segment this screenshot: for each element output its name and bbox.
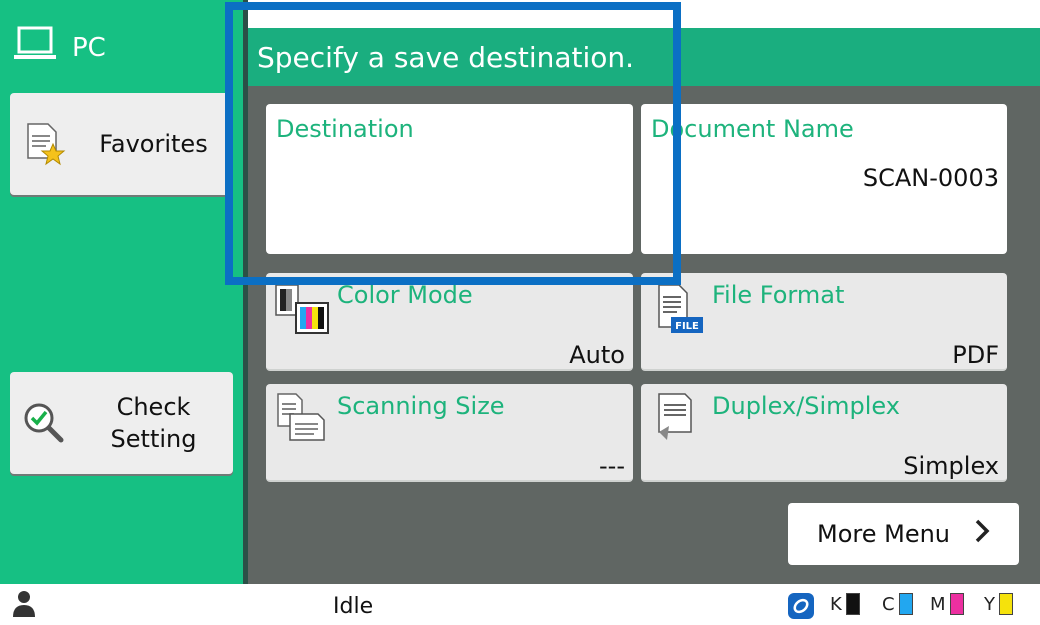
network-icon[interactable] — [788, 593, 814, 623]
toner-m-label: M — [930, 593, 946, 615]
duplex-simplex-icon — [655, 392, 705, 448]
toner-y-swatch — [999, 593, 1013, 615]
toner-c-swatch — [898, 593, 913, 615]
destination-title: Destination — [276, 115, 414, 143]
color-mode-value: Auto — [569, 341, 625, 369]
magnifier-check-icon — [14, 400, 74, 446]
color-mode-card[interactable]: Color Mode Auto — [266, 273, 633, 371]
file-format-card[interactable]: FILE File Format PDF — [641, 273, 1007, 371]
favorites-label: Favorites — [99, 130, 208, 158]
document-name-value: SCAN-0003 — [862, 164, 999, 192]
check-setting-label: Check Setting — [110, 393, 197, 453]
computer-icon — [14, 25, 64, 72]
status-text: Idle — [333, 594, 374, 619]
sidebar-header-label: PC — [72, 33, 106, 63]
toner-k-swatch — [845, 593, 860, 615]
sidebar-header: PC — [14, 26, 106, 68]
document-name-card[interactable]: Document Name SCAN-0003 — [641, 104, 1007, 254]
more-menu-button[interactable]: More Menu — [788, 503, 1019, 565]
toner-k-label: K — [830, 593, 842, 615]
color-mode-icon — [274, 283, 330, 339]
sidebar — [0, 0, 243, 584]
toner-c-label: C — [882, 593, 895, 615]
file-format-value: PDF — [952, 341, 999, 369]
duplex-simplex-card[interactable]: Duplex/Simplex Simplex — [641, 384, 1007, 482]
file-format-icon: FILE — [655, 283, 707, 339]
chevron-right-icon — [974, 518, 990, 550]
color-mode-title: Color Mode — [337, 281, 473, 309]
toner-c: C — [882, 593, 913, 615]
duplex-simplex-title: Duplex/Simplex — [712, 392, 900, 420]
favorites-button[interactable]: Favorites — [10, 93, 233, 195]
file-format-title: File Format — [712, 281, 845, 309]
check-setting-button[interactable]: Check Setting — [10, 372, 233, 474]
scanning-size-value: --- — [599, 452, 625, 480]
toner-m: M — [930, 593, 964, 615]
favorites-icon — [14, 122, 74, 166]
more-menu-label: More Menu — [816, 520, 951, 548]
scanning-size-icon — [276, 392, 328, 448]
toner-y-label: Y — [984, 593, 995, 615]
toner-y: Y — [984, 593, 1013, 615]
toner-m-swatch — [949, 593, 964, 615]
page-title-text: Specify a save destination. — [257, 40, 635, 74]
scanning-size-card[interactable]: Scanning Size --- — [266, 384, 633, 482]
duplex-simplex-value: Simplex — [903, 452, 999, 480]
destination-card[interactable]: Destination — [266, 104, 633, 254]
document-name-title: Document Name — [651, 115, 854, 143]
file-badge-text: FILE — [675, 321, 699, 332]
toner-k: K — [830, 593, 860, 615]
user-icon[interactable] — [12, 590, 36, 622]
page-title: Specify a save destination. — [248, 28, 1040, 86]
scanning-size-title: Scanning Size — [337, 392, 505, 420]
